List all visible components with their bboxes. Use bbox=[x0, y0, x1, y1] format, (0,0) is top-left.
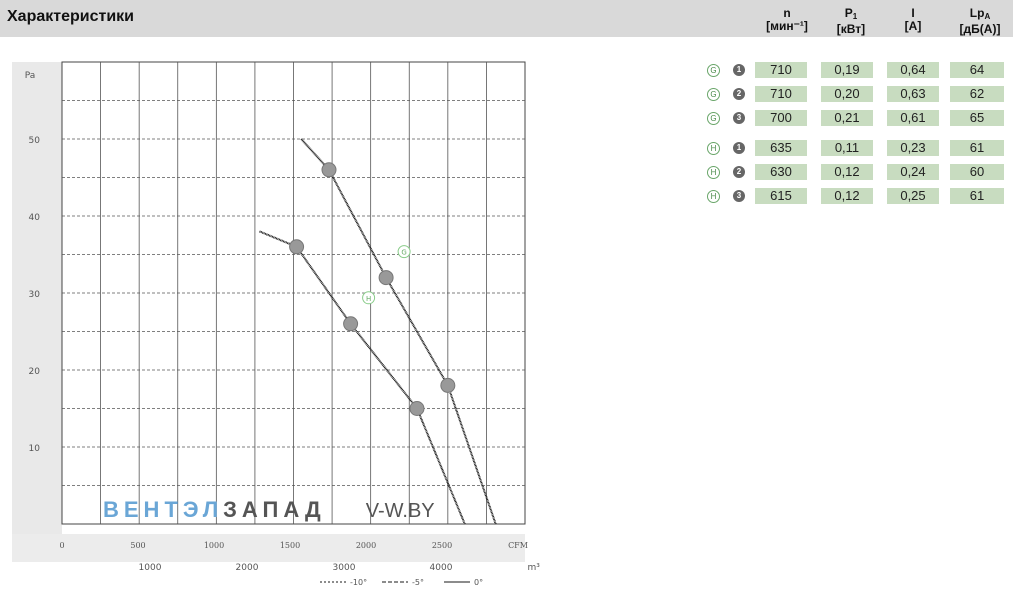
x-tick-label-m3h: 3000 bbox=[333, 563, 356, 573]
column-header-lpa: LpA [дБ(А)] bbox=[950, 7, 1010, 36]
table-cell: 615 bbox=[755, 188, 807, 204]
column-unit: [А] bbox=[904, 19, 922, 33]
curve-marker-icon: G bbox=[707, 64, 720, 77]
y-tick-label: 10 bbox=[29, 444, 41, 454]
legend-label: 0° bbox=[474, 578, 483, 587]
y-tick-label: 30 bbox=[29, 290, 41, 300]
table-cell: 62 bbox=[950, 86, 1004, 102]
operating-point-marker bbox=[378, 270, 394, 286]
column-header-n: n [мин⁻¹] bbox=[762, 7, 812, 33]
y-tick-label: 40 bbox=[29, 213, 41, 223]
table-cell: 65 bbox=[950, 110, 1004, 126]
curve-marker-icon: H bbox=[707, 142, 720, 155]
curve-marker-icon: G bbox=[707, 112, 720, 125]
table-cell: 0,12 bbox=[821, 164, 873, 180]
point-number-icon: 1 bbox=[733, 64, 745, 76]
point-number-icon: 3 bbox=[733, 190, 745, 202]
operating-point-marker bbox=[321, 162, 337, 178]
curve-marker-icon: H bbox=[707, 190, 720, 203]
table-cell: 0,12 bbox=[821, 188, 873, 204]
y-tick-label: 20 bbox=[29, 367, 41, 377]
x-tick-label: CFM bbox=[508, 541, 528, 550]
y-tick-label: 50 bbox=[29, 136, 41, 146]
table-cell: 0,20 bbox=[821, 86, 873, 102]
watermark: ВЕНТЭЛЗАПАД V-W.BY bbox=[103, 497, 435, 523]
table-cell: 630 bbox=[755, 164, 807, 180]
column-unit: [кВт] bbox=[836, 22, 866, 36]
table-cell: 635 bbox=[755, 140, 807, 156]
column-header-i: I [А] bbox=[888, 7, 938, 33]
watermark-part2: ЗАПАД bbox=[223, 497, 326, 522]
operating-point-marker bbox=[343, 316, 359, 332]
x-tick-label-m3h: 2000 bbox=[236, 563, 259, 573]
legend-label: -5° bbox=[412, 578, 424, 587]
x-tick-label-m3h: 1000 bbox=[139, 563, 162, 573]
column-symbol: P bbox=[844, 6, 853, 20]
x-tick-label: 500 bbox=[130, 541, 145, 550]
table-cell: 0,21 bbox=[821, 110, 873, 126]
operating-point-marker bbox=[289, 239, 305, 255]
curve-marker-icon: G bbox=[707, 88, 720, 101]
column-symbol: Lp bbox=[969, 6, 985, 20]
x-tick-label: 0 bbox=[59, 541, 64, 550]
legend-label: -10° bbox=[350, 578, 367, 587]
curve-label: H bbox=[366, 295, 371, 303]
section-title: Характеристики bbox=[7, 8, 135, 25]
column-unit: [мин⁻¹] bbox=[766, 19, 808, 33]
table-cell: 0,24 bbox=[887, 164, 939, 180]
table-cell: 0,19 bbox=[821, 62, 873, 78]
operating-point-marker bbox=[440, 377, 456, 393]
table-cell: 61 bbox=[950, 188, 1004, 204]
table-cell: 0,23 bbox=[887, 140, 939, 156]
table-cell: 710 bbox=[755, 62, 807, 78]
x-tick-label: 1000 bbox=[204, 541, 224, 550]
table-cell: 0,64 bbox=[887, 62, 939, 78]
table-cell: 710 bbox=[755, 86, 807, 102]
column-subscript: A bbox=[984, 12, 991, 21]
column-header-p1: P1 [кВт] bbox=[826, 7, 876, 36]
point-number-icon: 3 bbox=[733, 112, 745, 124]
table-cell: 61 bbox=[950, 140, 1004, 156]
table-cell: 700 bbox=[755, 110, 807, 126]
watermark-part1: ВЕНТЭЛ bbox=[103, 497, 224, 522]
column-unit: [дБ(А)] bbox=[959, 22, 1001, 36]
x-tick-label-m3h: m³/h bbox=[527, 563, 540, 573]
table-cell: 0,61 bbox=[887, 110, 939, 126]
x-tick-label: 1500 bbox=[280, 541, 300, 550]
operating-point-marker bbox=[409, 401, 425, 416]
column-subscript: 1 bbox=[852, 12, 858, 21]
curve-marker-icon: H bbox=[707, 166, 720, 179]
x-tick-label: 2500 bbox=[432, 541, 452, 550]
table-cell: 60 bbox=[950, 164, 1004, 180]
point-number-icon: 2 bbox=[733, 88, 745, 100]
table-cell: 0,25 bbox=[887, 188, 939, 204]
table-cell: 64 bbox=[950, 62, 1004, 78]
curve-label: G bbox=[401, 249, 406, 257]
table-cell: 0,63 bbox=[887, 86, 939, 102]
y-axis-label: Pa bbox=[25, 71, 36, 81]
x-tick-label: 2000 bbox=[356, 541, 376, 550]
point-number-icon: 1 bbox=[733, 142, 745, 154]
x-tick-label-m3h: 4000 bbox=[430, 563, 453, 573]
point-number-icon: 2 bbox=[733, 166, 745, 178]
watermark-part3: V-W.BY bbox=[365, 500, 435, 522]
table-cell: 0,11 bbox=[821, 140, 873, 156]
